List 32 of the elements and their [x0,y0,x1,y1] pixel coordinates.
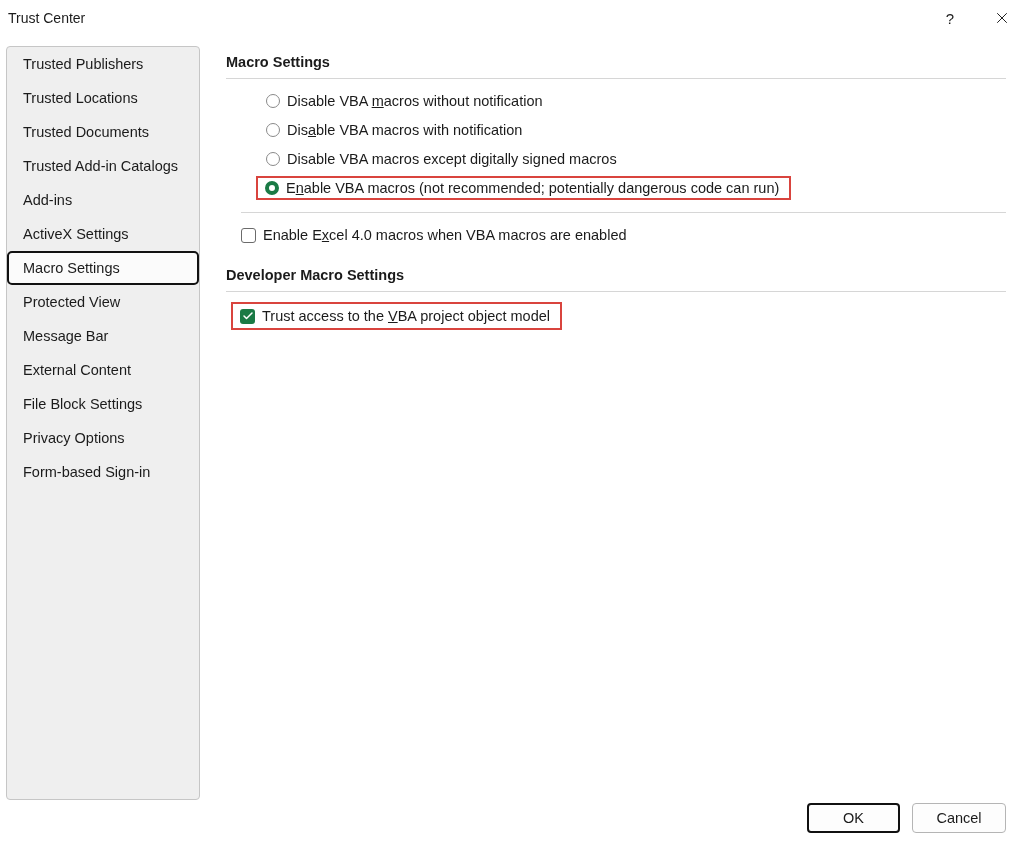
sidebar-item[interactable]: Protected View [8,285,198,319]
option-label: Enable Excel 4.0 macros when VBA macros are enabled [263,227,627,243]
radio-button[interactable] [266,94,280,108]
checkbox[interactable] [240,308,255,324]
dialog-button[interactable]: OK [807,803,900,833]
window-title: Trust Center [8,10,87,26]
checkbox[interactable] [241,227,256,243]
section-heading: Macro Settings [226,46,1006,79]
radio-button[interactable] [265,181,279,195]
sidebar-item[interactable]: Message Bar [8,319,198,353]
option-label: Trust access to the VBA project object model [262,308,550,324]
option-label: Disable VBA macros without notification [287,93,543,109]
sidebar-item[interactable]: Trusted Locations [8,81,198,115]
sidebar-item[interactable]: Privacy Options [8,421,198,455]
sidebar-item[interactable]: Macro Settings [7,251,199,285]
option-label: Disable VBA macros with notification [287,122,523,138]
option-label: Enable VBA macros (not recommended; potentially dangerous code can run) [286,180,780,196]
dialog-button[interactable]: Cancel [912,803,1006,833]
help-button[interactable]: ? [924,0,976,36]
sidebar-item[interactable]: Form-based Sign-in [8,455,198,489]
sidebar-item[interactable]: Trusted Publishers [8,47,198,81]
sidebar-item[interactable]: External Content [8,353,198,387]
sidebar-item[interactable]: File Block Settings [8,387,198,421]
check-icon [241,310,254,322]
option-label: Disable VBA macros except digitally signed macros [287,151,617,167]
radio-button[interactable] [266,123,280,137]
section-heading: Developer Macro Settings [226,259,1006,292]
radio-button[interactable] [266,152,280,166]
sidebar-item[interactable]: Trusted Documents [8,115,198,149]
sidebar-item[interactable]: Trusted Add-in Catalogs [8,149,198,183]
sidebar-item[interactable]: Add-ins [8,183,198,217]
sidebar-item[interactable]: ActiveX Settings [8,217,198,251]
